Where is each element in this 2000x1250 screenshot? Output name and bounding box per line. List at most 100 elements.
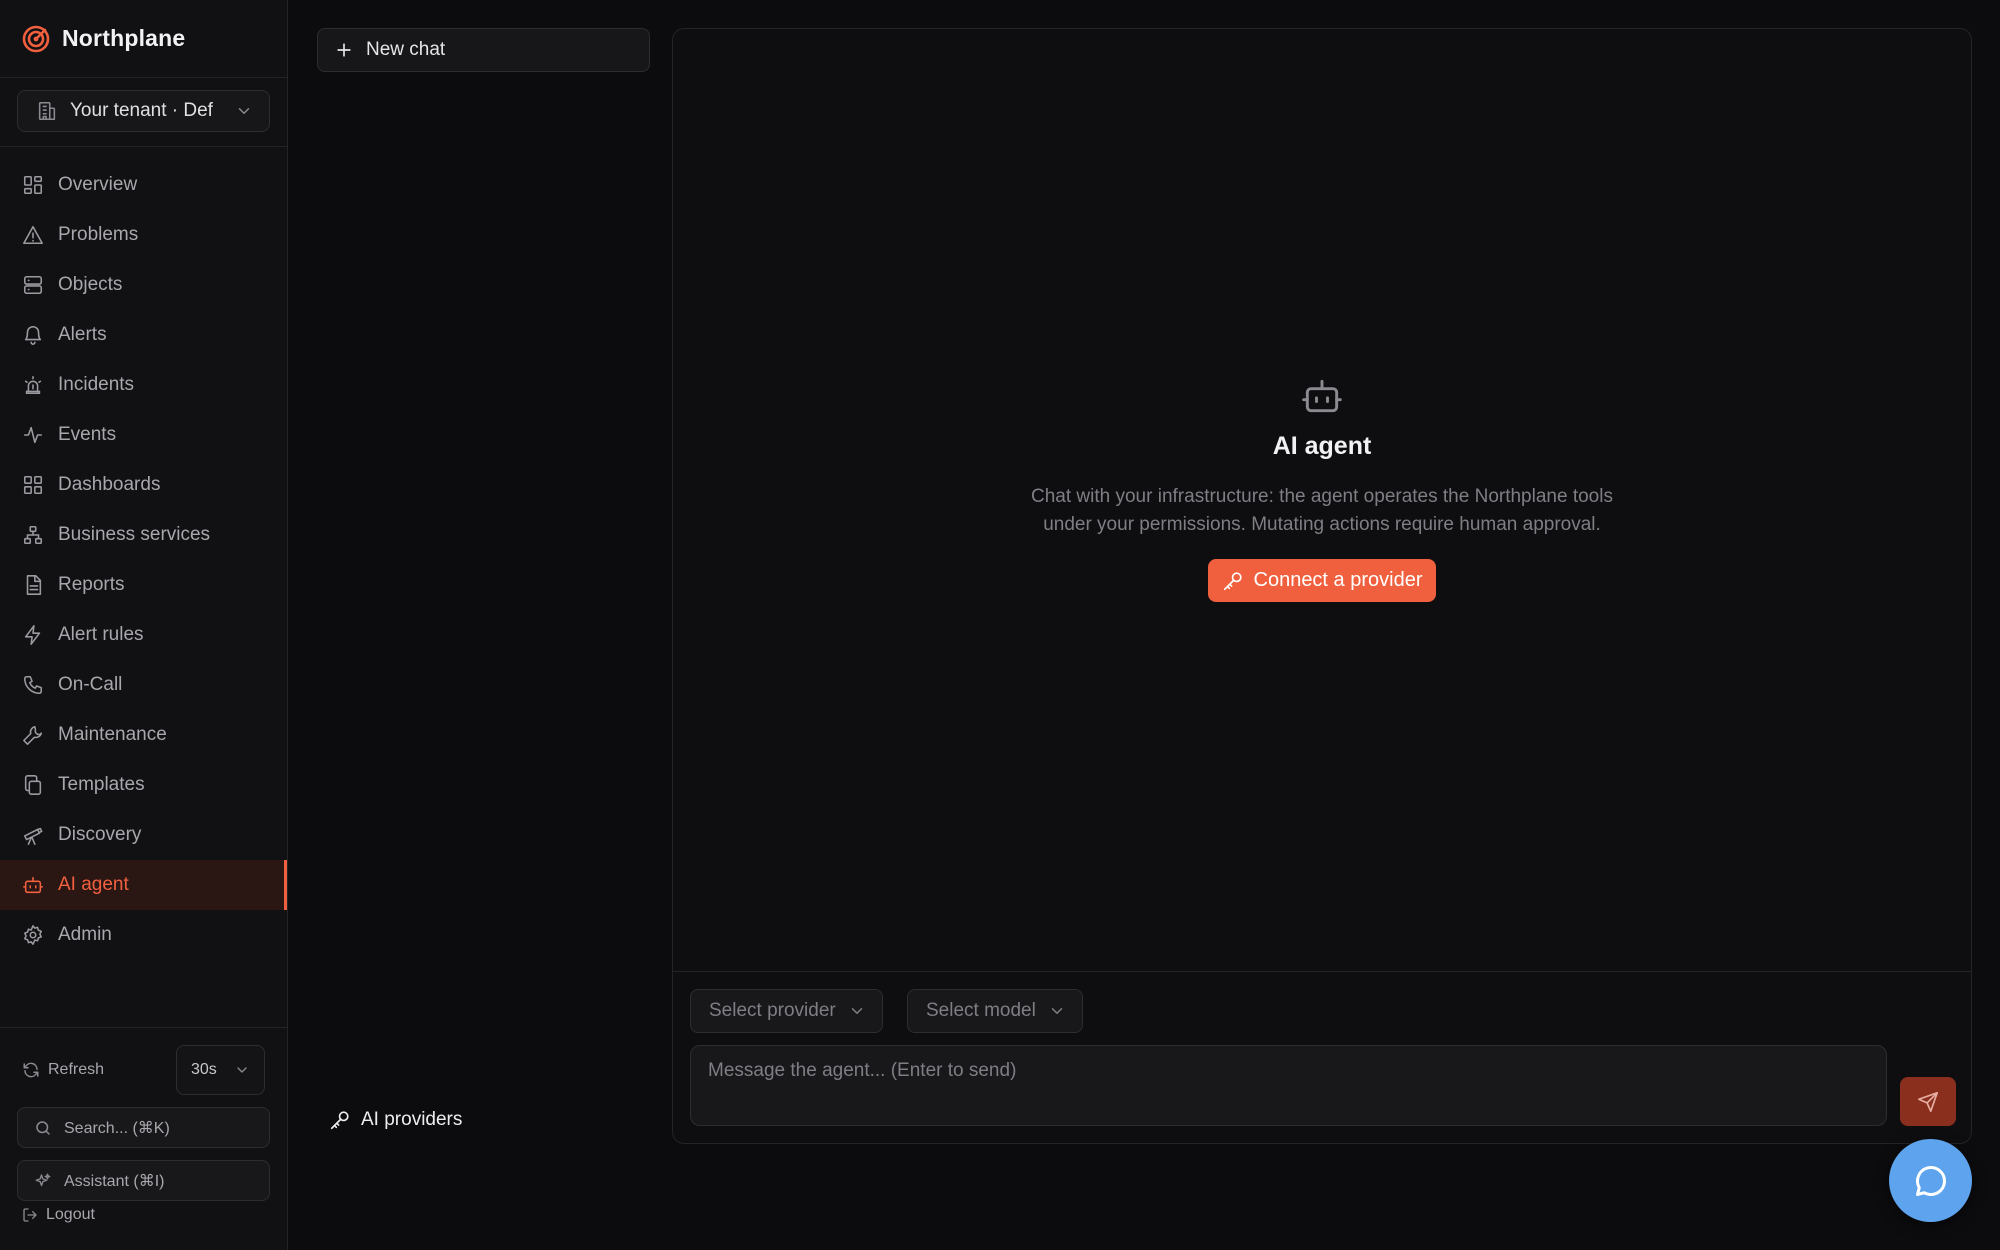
connect-provider-label: Connect a provider	[1253, 569, 1423, 591]
dashboard-icon	[22, 474, 44, 496]
nav-item-objects[interactable]: Objects	[0, 260, 287, 310]
nav-label: Dashboards	[58, 474, 161, 495]
phone-icon	[22, 674, 44, 696]
agent-title: AI agent	[1272, 432, 1372, 460]
send-button[interactable]	[1900, 1077, 1956, 1126]
nav-item-discovery[interactable]: Discovery	[0, 810, 287, 860]
siren-icon	[22, 374, 44, 396]
nav-label: Problems	[58, 224, 139, 245]
copy-icon	[22, 774, 44, 796]
empty-state: AI agent Chat with your infrastructure: …	[673, 374, 1971, 602]
refresh-label[interactable]: Refresh	[48, 1061, 176, 1079]
nav-item-problems[interactable]: Problems	[0, 210, 287, 260]
server-icon	[22, 274, 44, 296]
brand[interactable]: Northplane	[0, 0, 287, 78]
chat-list: New chat AI providers	[289, 0, 672, 1250]
message-input[interactable]: Message the agent... (Enter to send)	[690, 1045, 1887, 1126]
nav-item-admin[interactable]: Admin	[0, 910, 287, 960]
interval-value: 30s	[191, 1061, 217, 1078]
provider-placeholder: Select provider	[709, 1000, 836, 1021]
ai-providers-label: AI providers	[361, 1109, 463, 1130]
logout-label: Logout	[46, 1206, 95, 1223]
nav-item-alert-rules[interactable]: Alert rules	[0, 610, 287, 660]
nav-label: Alerts	[58, 324, 107, 345]
nav-item-templates[interactable]: Templates	[0, 760, 287, 810]
nav-item-overview[interactable]: Overview	[0, 160, 287, 210]
main-nav: Overview Problems Objects Alerts Inciden…	[0, 147, 287, 960]
agent-description: Chat with your infrastructure: the agent…	[1031, 486, 1613, 535]
chat-bubble-button[interactable]	[1889, 1139, 1972, 1222]
nav-item-incidents[interactable]: Incidents	[0, 360, 287, 410]
nav-label: Business services	[58, 524, 211, 545]
wrench-icon	[22, 724, 44, 746]
nav-item-events[interactable]: Events	[0, 410, 287, 460]
logout-button[interactable]: Logout	[22, 1206, 95, 1224]
sidebar: Northplane Your tenant · Def Overview Pr…	[0, 0, 288, 1250]
chevron-down-icon	[234, 1062, 250, 1078]
message-placeholder: Message the agent... (Enter to send)	[708, 1060, 1017, 1081]
building-icon	[36, 100, 58, 122]
assistant-button[interactable]: Assistant (⌘I)	[17, 1160, 270, 1201]
nav-item-maintenance[interactable]: Maintenance	[0, 710, 287, 760]
robot-icon	[1300, 374, 1344, 418]
chat-bubble-icon	[1913, 1163, 1949, 1199]
plus-icon	[334, 40, 354, 60]
search-icon	[34, 1119, 52, 1137]
nav-label: Events	[58, 424, 117, 445]
nav-item-alerts[interactable]: Alerts	[0, 310, 287, 360]
network-icon	[22, 524, 44, 546]
nav-item-business-services[interactable]: Business services	[0, 510, 287, 560]
nav-item-dashboards[interactable]: Dashboards	[0, 460, 287, 510]
search-label: Search... (⌘K)	[64, 1119, 170, 1137]
message-composer: Select provider Select model Message the…	[673, 971, 1971, 1143]
nav-label: Objects	[58, 274, 123, 295]
refresh-interval-select[interactable]: 30s	[176, 1045, 265, 1095]
bell-icon	[22, 324, 44, 346]
send-icon	[1917, 1091, 1939, 1113]
grid-icon	[22, 174, 44, 196]
nav-label: Overview	[58, 174, 138, 195]
nav-label: Reports	[58, 574, 125, 595]
sparkles-icon	[34, 1172, 52, 1190]
model-select[interactable]: Select model	[907, 989, 1083, 1033]
nav-label: Admin	[58, 924, 112, 945]
key-icon	[329, 1109, 351, 1131]
search-button[interactable]: Search... (⌘K)	[17, 1107, 270, 1148]
refresh-icon[interactable]	[22, 1061, 40, 1079]
nav-label: AI agent	[58, 874, 129, 895]
new-chat-button[interactable]: New chat	[317, 28, 650, 72]
nav-item-reports[interactable]: Reports	[0, 560, 287, 610]
chevron-down-icon	[235, 102, 253, 120]
lightning-icon	[22, 624, 44, 646]
report-icon	[22, 574, 44, 596]
nav-label: On-Call	[58, 674, 123, 695]
chevron-down-icon	[848, 1002, 866, 1020]
warning-icon	[22, 224, 44, 246]
nav-item-on-call[interactable]: On-Call	[0, 660, 287, 710]
nav-label: Incidents	[58, 374, 135, 395]
chevron-down-icon	[1048, 1002, 1066, 1020]
connect-provider-button[interactable]: Connect a provider	[1207, 559, 1437, 602]
assistant-label: Assistant (⌘I)	[64, 1172, 165, 1190]
ai-providers-link[interactable]: AI providers	[329, 1109, 462, 1131]
nav-item-ai-agent[interactable]: AI agent	[0, 860, 287, 910]
nav-label: Alert rules	[58, 624, 144, 645]
brand-name: Northplane	[62, 25, 186, 51]
telescope-icon	[22, 824, 44, 846]
nav-label: Templates	[58, 774, 145, 795]
robot-icon	[22, 874, 44, 896]
activity-icon	[22, 424, 44, 446]
target-logo-icon	[22, 25, 50, 53]
chat-panel: AI agent Chat with your infrastructure: …	[672, 28, 1972, 1144]
nav-label: Maintenance	[58, 724, 167, 745]
gear-icon	[22, 924, 44, 946]
tenant-selector[interactable]: Your tenant · Def	[17, 90, 270, 132]
sidebar-footer: Refresh 30s Search... (⌘K) Assistant (⌘I…	[0, 1027, 287, 1250]
new-chat-label: New chat	[366, 39, 446, 60]
tenant-label: Your tenant · Def	[70, 100, 213, 121]
logout-icon	[22, 1207, 38, 1223]
model-placeholder: Select model	[926, 1000, 1036, 1021]
nav-label: Discovery	[58, 824, 142, 845]
key-icon	[1222, 570, 1244, 592]
provider-select[interactable]: Select provider	[690, 989, 883, 1033]
